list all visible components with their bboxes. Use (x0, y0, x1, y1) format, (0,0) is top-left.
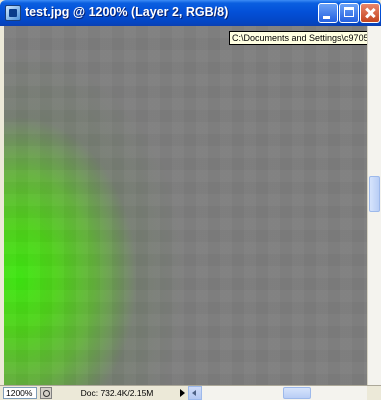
zoom-level-field[interactable]: 1200% (3, 387, 37, 399)
maximize-button[interactable] (339, 3, 359, 23)
minimize-button[interactable] (318, 3, 338, 23)
status-menu-arrow-icon[interactable] (180, 389, 185, 397)
scroll-left-button[interactable] (188, 386, 202, 400)
navigator-icon[interactable] (40, 387, 52, 399)
maximize-icon (344, 7, 354, 17)
resize-corner[interactable] (367, 386, 381, 400)
file-path-tooltip: C:\Documents and Settings\c970507\My D (229, 31, 381, 45)
document-window: test.jpg @ 1200% (Layer 2, RGB/8) C:\Doc… (0, 0, 381, 400)
document-size-info: Doc: 732.4K/2.15M (80, 388, 154, 398)
title-bar[interactable]: test.jpg @ 1200% (Layer 2, RGB/8) (0, 0, 381, 26)
vertical-scroll-thumb[interactable] (369, 176, 380, 212)
close-button[interactable] (360, 3, 380, 23)
window-title: test.jpg @ 1200% (Layer 2, RGB/8) (25, 5, 229, 19)
close-icon (361, 4, 379, 22)
horizontal-scrollbar[interactable] (188, 386, 367, 400)
vertical-scrollbar[interactable] (367, 26, 381, 385)
image-canvas[interactable] (4, 26, 367, 385)
document-icon[interactable] (5, 5, 21, 21)
horizontal-scroll-thumb[interactable] (283, 387, 311, 399)
minimize-icon (323, 16, 330, 19)
status-bar: 1200% Doc: 732.4K/2.15M (0, 385, 381, 400)
